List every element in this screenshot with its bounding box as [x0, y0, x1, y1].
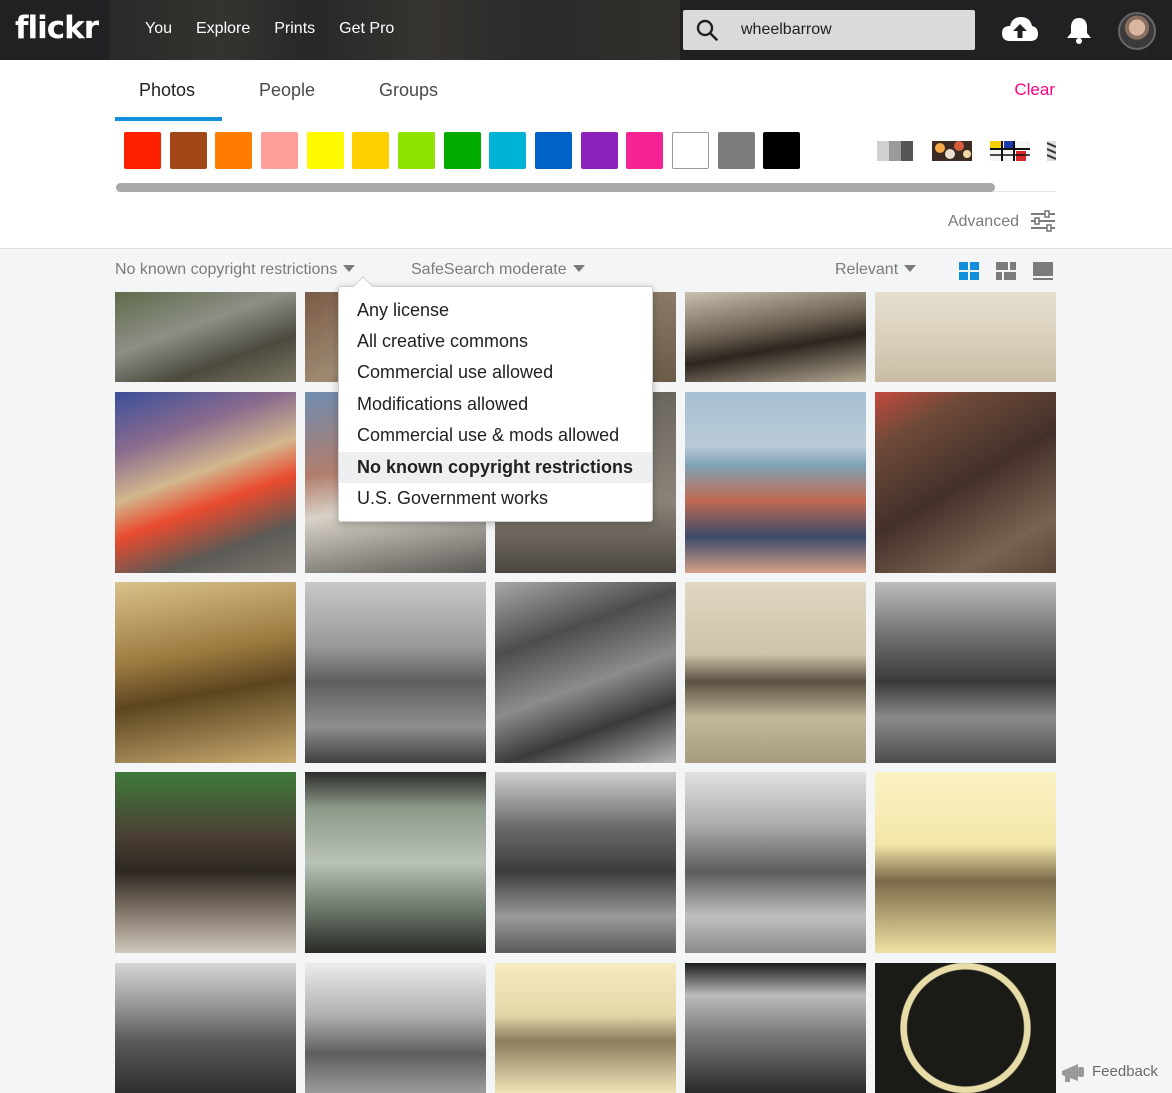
chevron-down-icon	[904, 265, 917, 272]
tab-photos[interactable]: Photos	[139, 80, 195, 101]
feedback-label: Feedback	[1092, 1063, 1158, 1080]
minimalism-icon[interactable]	[990, 132, 1030, 169]
swatch-scrollbar[interactable]	[115, 180, 1055, 192]
photo-bust-statue[interactable]	[115, 772, 296, 953]
shallow-depth-of-field-icon[interactable]	[932, 132, 972, 169]
color-swatch-purple[interactable]	[581, 132, 618, 169]
main-nav: You Explore Prints Get Pro	[145, 20, 394, 38]
flickr-logo[interactable]: flickr	[15, 10, 99, 46]
color-swatch-brown[interactable]	[170, 132, 207, 169]
nav-prints[interactable]: Prints	[274, 20, 315, 38]
photo-bw-factory-yard[interactable]	[115, 963, 296, 1093]
color-swatch-orange[interactable]	[215, 132, 252, 169]
photo-festival-crowd[interactable]	[115, 392, 296, 573]
chevron-down-icon	[572, 265, 585, 272]
user-avatar[interactable]	[1118, 12, 1156, 50]
search-icon[interactable]	[696, 19, 718, 41]
photo-beach-crowd[interactable]	[685, 392, 866, 573]
safesearch-dropdown[interactable]: SafeSearch moderate	[411, 261, 585, 279]
grid-view-icon[interactable]	[958, 261, 980, 281]
tab-people[interactable]: People	[259, 80, 315, 101]
color-swatch-pink[interactable]	[261, 132, 298, 169]
photo-bw-men-barrow[interactable]	[875, 582, 1056, 763]
license-filter-label: No known copyright restrictions	[115, 261, 338, 278]
patterns-icon[interactable]	[1047, 132, 1056, 169]
advanced-link[interactable]: Advanced	[948, 213, 1019, 231]
license-filter-dropdown[interactable]: No known copyright restrictions	[115, 261, 356, 279]
color-swatch-white[interactable]	[672, 132, 709, 169]
color-swatch-red[interactable]	[124, 132, 161, 169]
photo-wooden-barrow-closeup[interactable]	[875, 392, 1056, 573]
search-filter-panel: Photos People Groups Clear Advanced	[0, 60, 1172, 249]
color-swatch-green[interactable]	[444, 132, 481, 169]
photo-engraving-wheelbarrow[interactable]	[875, 292, 1056, 382]
color-swatch-magenta[interactable]	[626, 132, 663, 169]
sort-dropdown[interactable]: Relevant	[835, 261, 917, 279]
nav-get-pro[interactable]: Get Pro	[339, 20, 394, 38]
photo-lantern-slide-pavilion[interactable]	[305, 772, 486, 953]
license-option-commercial-mods[interactable]: Commercial use & mods allowed	[339, 420, 652, 451]
nav-you[interactable]: You	[145, 20, 172, 38]
license-dropdown-menu: Any license All creative commons Commerc…	[338, 276, 653, 522]
chevron-down-icon	[343, 265, 356, 272]
color-swatch-black[interactable]	[763, 132, 800, 169]
large-view-icon[interactable]	[1032, 261, 1054, 281]
clear-filters-link[interactable]: Clear	[1014, 80, 1055, 100]
upload-cloud-icon[interactable]	[1001, 14, 1039, 44]
photo-sepia-women-barrow[interactable]	[685, 582, 866, 763]
photo-van-gogh-sketch[interactable]	[115, 582, 296, 763]
tab-groups[interactable]: Groups	[379, 80, 438, 101]
megaphone-icon	[1062, 1064, 1084, 1082]
photo-bw-cart-wheel[interactable]	[495, 582, 676, 763]
photo-bw-woman-park[interactable]	[495, 772, 676, 953]
color-swatch-lime[interactable]	[398, 132, 435, 169]
photo-bw-gate-train[interactable]	[685, 772, 866, 953]
active-tab-indicator	[115, 117, 222, 121]
top-nav-bar: flickr You Explore Prints Get Pro	[0, 0, 1172, 60]
search-input[interactable]	[741, 19, 961, 41]
photo-bw-factory-chimney[interactable]	[685, 963, 866, 1093]
photo-hands-emblem[interactable]	[875, 963, 1056, 1093]
photo-bw-village-street[interactable]	[305, 963, 486, 1093]
photo-sepia-figure-beach[interactable]	[685, 292, 866, 382]
photo-cartoon-barrow[interactable]	[875, 772, 1056, 953]
scrollbar-thumb[interactable]	[116, 183, 995, 192]
color-swatch-blue[interactable]	[535, 132, 572, 169]
search-box	[683, 10, 975, 50]
photo-wheelbarrow-in-garden[interactable]	[115, 292, 296, 382]
color-swatch-gold[interactable]	[352, 132, 389, 169]
license-option-modifications[interactable]: Modifications allowed	[339, 389, 652, 420]
license-option-commercial[interactable]: Commercial use allowed	[339, 357, 652, 388]
feedback-button[interactable]: Feedback	[1057, 1056, 1172, 1093]
sort-label: Relevant	[835, 261, 899, 278]
notifications-bell-icon[interactable]	[1066, 15, 1092, 45]
license-option-no-known-copyright[interactable]: No known copyright restrictions	[339, 452, 652, 483]
license-option-any[interactable]: Any license	[339, 295, 652, 326]
justified-view-icon[interactable]	[995, 261, 1017, 281]
safesearch-label: SafeSearch moderate	[411, 261, 567, 278]
photo-etching-angel[interactable]	[495, 963, 676, 1093]
license-option-us-government[interactable]: U.S. Government works	[339, 483, 652, 514]
color-swatch-yellow[interactable]	[307, 132, 344, 169]
filter-row: No known copyright restrictions SafeSear…	[115, 261, 1055, 283]
black-and-white-icon[interactable]	[877, 132, 914, 169]
license-option-all-cc[interactable]: All creative commons	[339, 326, 652, 357]
color-swatch-gray[interactable]	[718, 132, 755, 169]
photo-bw-house-lawn[interactable]	[305, 582, 486, 763]
color-swatch-cyan[interactable]	[489, 132, 526, 169]
nav-explore[interactable]: Explore	[196, 20, 250, 38]
sliders-icon[interactable]	[1030, 210, 1056, 232]
